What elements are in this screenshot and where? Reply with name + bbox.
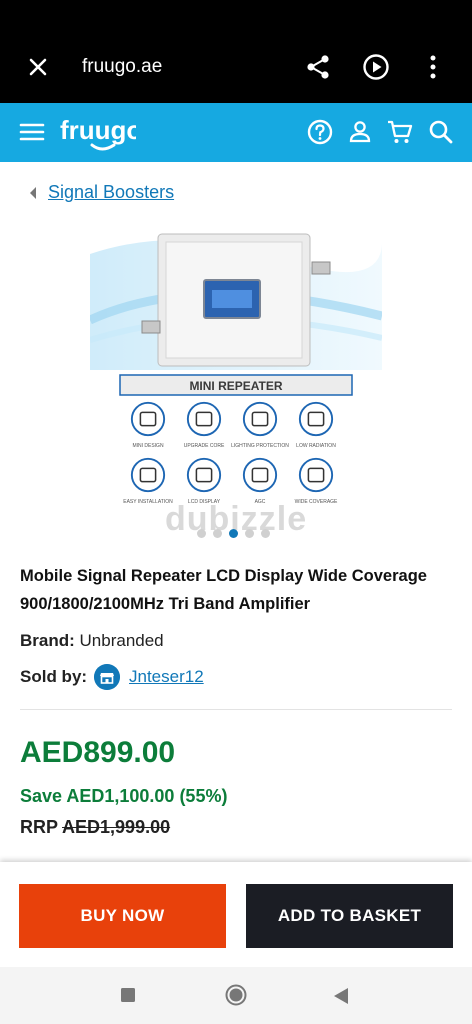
feature-label: MINI DESIGN xyxy=(132,443,164,449)
more-vert-icon[interactable] xyxy=(425,54,441,80)
brand-value: Unbranded xyxy=(79,631,164,650)
feature-item: LIGHTING PROTECTION xyxy=(230,400,290,456)
radiation-icon xyxy=(298,401,334,437)
carousel-dot[interactable] xyxy=(197,529,206,538)
breadcrumb-link[interactable]: Signal Boosters xyxy=(48,182,174,203)
mini-design-icon xyxy=(130,401,166,437)
signal-tower-icon xyxy=(298,457,334,493)
shop-icon xyxy=(94,664,120,690)
cart-icon[interactable] xyxy=(386,118,414,146)
rrp-value: AED1,999.00 xyxy=(62,817,171,837)
divider xyxy=(20,709,452,710)
help-icon[interactable] xyxy=(306,118,334,146)
fruugo-logo[interactable]: fruugo xyxy=(58,111,136,155)
price: AED899.00 xyxy=(20,736,176,769)
carousel-dot[interactable] xyxy=(261,529,270,538)
home-icon[interactable] xyxy=(225,984,247,1006)
feature-label: LOW RADIATION xyxy=(296,443,336,449)
system-nav-bar xyxy=(0,967,472,1024)
rrp-label: RRP xyxy=(20,817,58,837)
feature-item: UPGRADE CORE xyxy=(174,400,234,456)
buy-now-button[interactable]: BUY NOW xyxy=(19,884,226,948)
url-text[interactable]: fruugo.ae xyxy=(82,56,162,78)
add-to-basket-button[interactable]: ADD TO BASKET xyxy=(246,884,453,948)
wrench-icon xyxy=(130,457,166,493)
savings: Save AED1,100.00 (55%) xyxy=(20,786,228,806)
agc-icon xyxy=(242,457,278,493)
close-icon[interactable] xyxy=(26,55,50,79)
recent-apps-icon[interactable] xyxy=(120,987,136,1003)
brand-row: Brand: Unbranded xyxy=(20,631,164,651)
feature-item: LOW RADIATION xyxy=(286,400,346,456)
carousel-dot[interactable] xyxy=(245,529,254,538)
lcd-icon xyxy=(186,457,222,493)
rrp-row: RRP AED1,999.00 xyxy=(20,817,170,838)
share-icon[interactable] xyxy=(305,54,331,80)
brand-label: Brand: xyxy=(20,631,75,650)
back-icon[interactable] xyxy=(333,987,349,1005)
menu-icon[interactable] xyxy=(18,118,46,146)
carousel-dot[interactable] xyxy=(229,529,238,538)
seller-link[interactable]: Jnteser12 xyxy=(129,667,204,687)
feature-label: UPGRADE CORE xyxy=(183,443,225,449)
action-bar: BUY NOW ADD TO BASKET xyxy=(0,862,472,967)
feature-item: MINI DESIGN xyxy=(118,400,178,456)
svg-text:MINI REPEATER: MINI REPEATER xyxy=(189,379,282,393)
lightning-icon xyxy=(242,401,278,437)
browser-toolbar: fruugo.ae xyxy=(0,0,472,103)
site-header: fruugo xyxy=(0,103,472,162)
feature-label: LIGHTING PROTECTION xyxy=(231,443,289,449)
svg-text:fruugo: fruugo xyxy=(60,115,136,145)
product-title: Mobile Signal Repeater LCD Display Wide … xyxy=(20,567,427,613)
feature-grid: MINI DESIGN UPGRADE CORE LIGHTING PROTECTI… xyxy=(118,400,358,512)
chevron-left-icon xyxy=(30,187,36,199)
search-icon[interactable] xyxy=(427,118,455,146)
chip-icon xyxy=(186,401,222,437)
carousel-dot[interactable] xyxy=(213,529,222,538)
play-circle-icon[interactable] xyxy=(362,53,390,81)
account-icon[interactable] xyxy=(346,118,374,146)
sold-by-label: Sold by: xyxy=(20,667,88,686)
